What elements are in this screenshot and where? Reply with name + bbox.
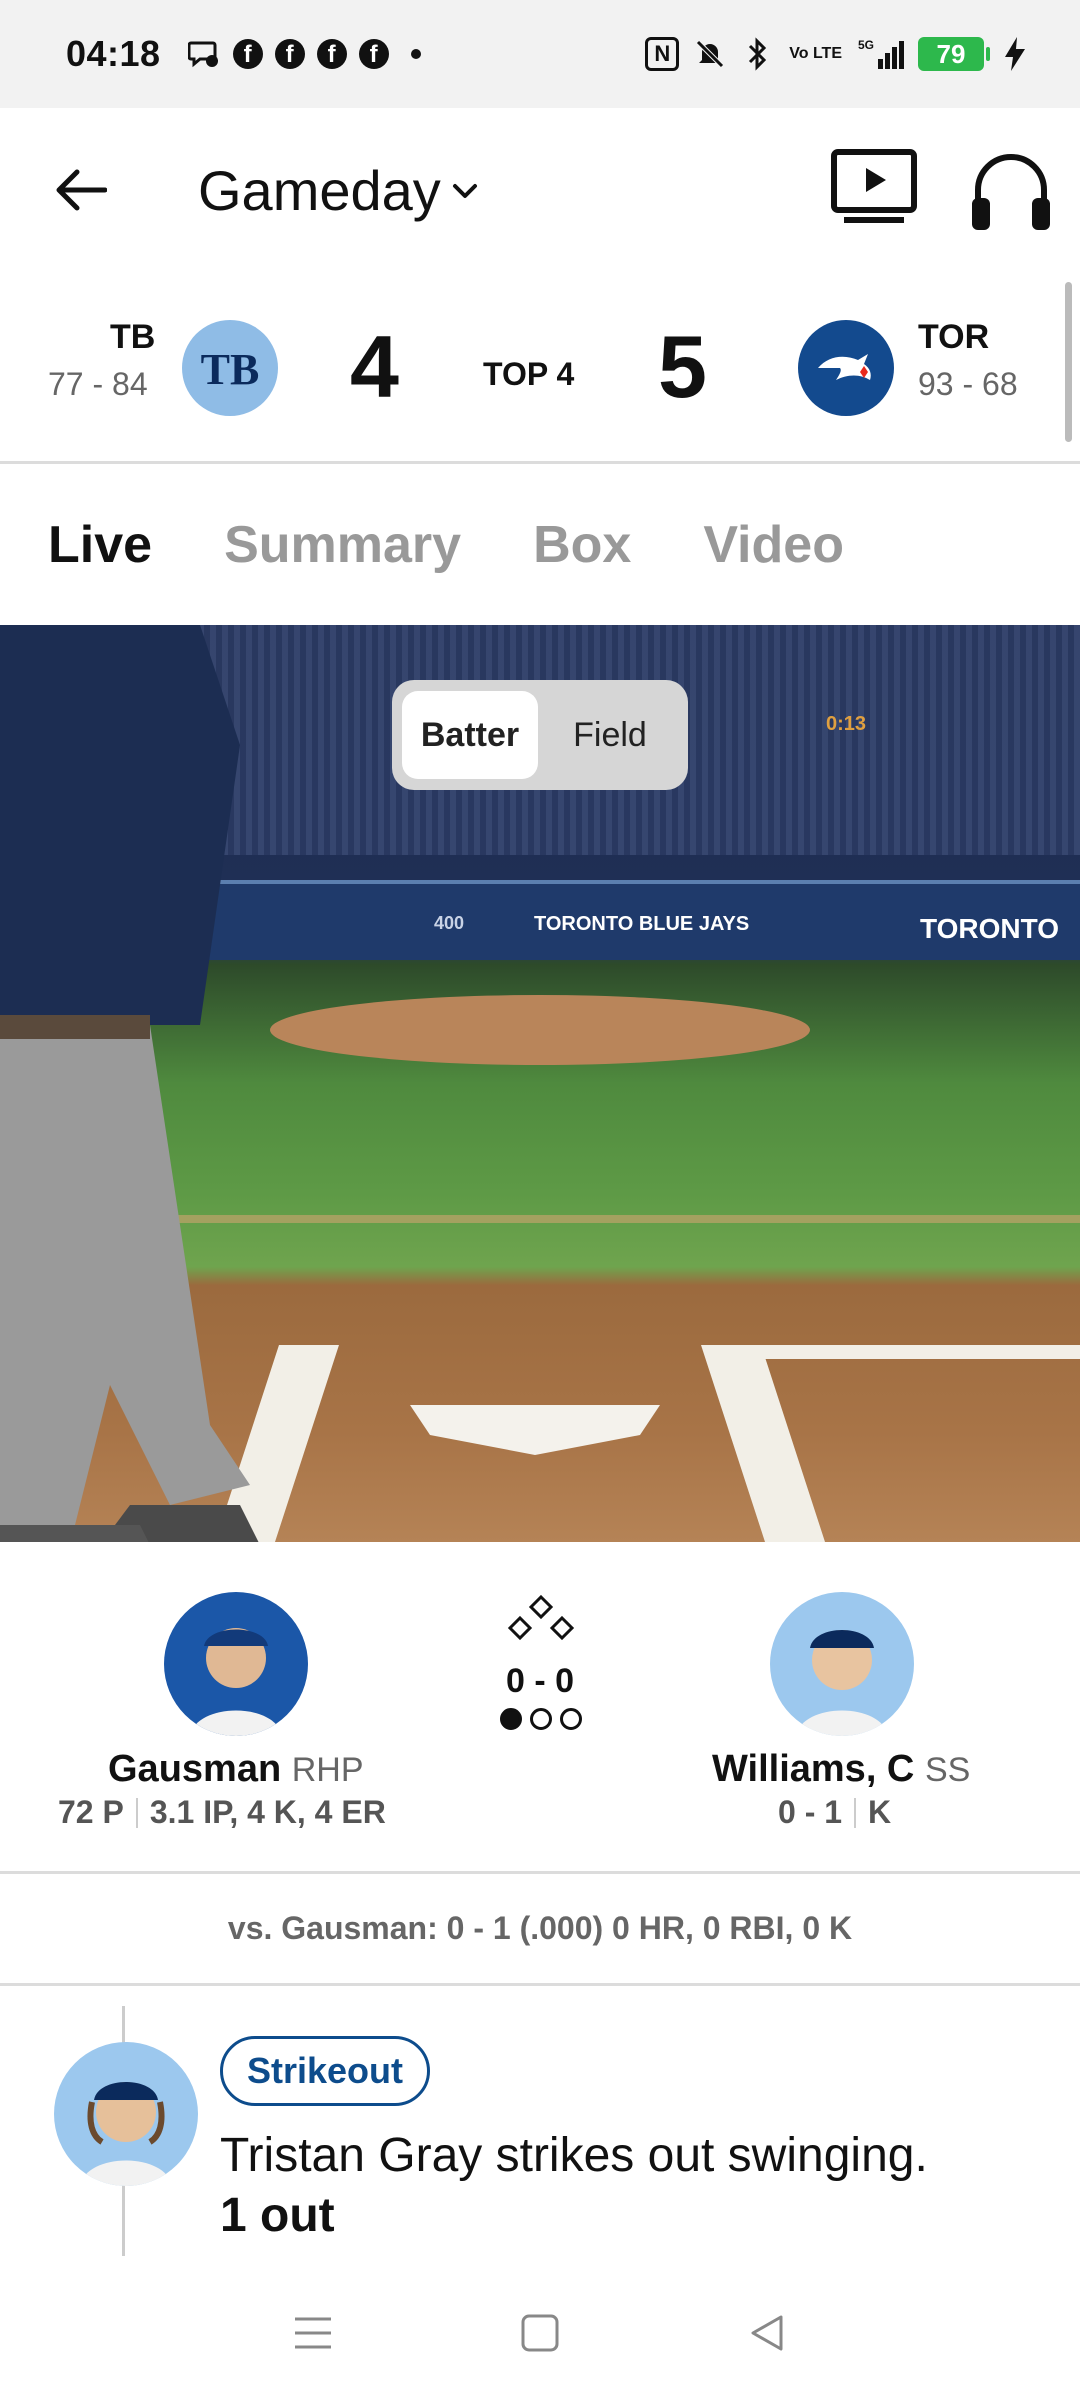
svg-text:TB: TB [201, 345, 260, 394]
system-nav-bar [0, 2266, 1080, 2400]
chat-icon [187, 37, 221, 71]
system-icons: N Vo LTE 5G 79 [645, 37, 1032, 71]
facebook-icon: f [232, 39, 263, 69]
out-dot-1 [500, 1708, 522, 1730]
outs-indicator [500, 1708, 582, 1730]
home-plate [410, 1405, 660, 1455]
tab-box[interactable]: Box [533, 515, 631, 575]
wall-toronto-text: TORONTO [920, 913, 1059, 944]
vs-pitcher-line: vs. Gausman: 0 - 1 (.000) 0 HR, 0 RBI, 0… [0, 1874, 1080, 1986]
batter-position: SS [924, 1751, 971, 1789]
pitcher-stats: 72 P 3.1 IP, 4 K, 4 ER [58, 1794, 386, 1831]
charging-bolt-icon [998, 37, 1032, 71]
stat-divider [854, 1797, 857, 1828]
app-header: Gameday [0, 108, 1080, 278]
batter-name-row[interactable]: Williams, C SS [712, 1748, 970, 1791]
facebook-icon: f [274, 39, 305, 69]
gameday-dropdown[interactable]: Gameday [198, 158, 481, 223]
play-description: Tristan Gray strikes out swinging. [220, 2129, 928, 2182]
mute-bell-icon [693, 37, 727, 71]
scoreboard[interactable]: TB 77 - 84 TB 4 TOP 4 5 TOR 93 - 68 [0, 278, 1080, 464]
inning-indicator: TOP 4 [483, 356, 575, 392]
out-dot-3 [560, 1708, 582, 1730]
home-team-abbr: TOR [918, 318, 990, 356]
page-title: Gameday [198, 159, 441, 222]
back-arrow-icon[interactable] [50, 160, 110, 220]
toggle-batter[interactable]: Batter [402, 691, 538, 779]
facebook-icon: f [358, 39, 389, 69]
batter-name: Williams, C [712, 1748, 915, 1790]
batters-box-top [720, 1345, 1080, 1359]
home-team-record: 93 - 68 [918, 366, 1018, 402]
play-outs: 1 out [220, 2189, 335, 2242]
back-triangle-icon[interactable] [739, 2305, 795, 2361]
play-player-avatar [54, 2042, 198, 2186]
tv-play-icon[interactable] [830, 148, 920, 228]
pitcher-line: 3.1 IP, 4 K, 4 ER [149, 1794, 386, 1830]
wall-distance: 400 [434, 913, 465, 933]
wall-blue-jays-text: TORONTO BLUE JAYS [534, 913, 750, 935]
chevron-down-icon [452, 183, 477, 198]
away-team-abbr: TB [110, 318, 156, 356]
away-score: 4 [350, 317, 399, 416]
pitcher-position: RHP [291, 1751, 364, 1789]
tab-live[interactable]: Live [48, 515, 152, 575]
batter-stats: 0 - 1 K [778, 1794, 891, 1831]
blue-jays-logo [798, 320, 894, 416]
facebook-icon: f [316, 39, 347, 69]
status-bar: 04:18 f f f f N Vo LTE 5G 79 [0, 0, 1080, 108]
volte-icon: Vo LTE [789, 45, 842, 62]
pitcher-pitch-count: 72 P [58, 1794, 124, 1830]
tab-video[interactable]: Video [703, 515, 844, 575]
play-description-block: Tristan Gray strikes out swinging. 1 out [220, 2126, 928, 2246]
stadium-clock: 0:13 [826, 713, 867, 735]
pitcher-name: Gausman [108, 1748, 282, 1790]
matchup-panel: Gausman RHP 72 P 3.1 IP, 4 K, 4 ER 0 - 0… [0, 1542, 1080, 1874]
bases-diamond-icon [507, 1594, 575, 1641]
signal-5g-icon: 5G [856, 37, 904, 71]
menu-icon[interactable] [285, 2305, 341, 2361]
batter-figure [0, 625, 259, 1542]
home-square-icon[interactable] [512, 2305, 568, 2361]
bluetooth-icon [741, 37, 775, 71]
nfc-icon: N [645, 37, 680, 71]
toggle-field[interactable]: Field [542, 691, 678, 779]
away-team-record: 77 - 84 [48, 366, 148, 402]
batter-result: K [868, 1794, 892, 1830]
more-notifications-dot [410, 49, 421, 59]
pitchers-mound [270, 995, 810, 1065]
batter-avatar[interactable] [770, 1592, 914, 1736]
battery-indicator: 79 [918, 37, 990, 71]
play-type-badge: Strikeout [220, 2036, 431, 2106]
scoreboard-scrollbar[interactable] [1065, 282, 1072, 442]
play-item[interactable]: Strikeout Tristan Gray strikes out swing… [0, 1986, 1080, 2266]
view-toggle: Batter Field [392, 680, 688, 790]
batters-box-right [701, 1345, 839, 1542]
pitcher-avatar[interactable] [164, 1592, 308, 1736]
ball-strike-count: 0 - 0 [505, 1662, 575, 1700]
notification-icons: f f f f [187, 37, 421, 71]
pitcher-name-row[interactable]: Gausman RHP [108, 1748, 364, 1791]
svg-text:5G: 5G [858, 38, 874, 52]
headphones-icon[interactable] [968, 148, 1054, 234]
stat-divider [135, 1797, 138, 1828]
status-time: 04:18 [66, 33, 161, 74]
tab-summary[interactable]: Summary [224, 515, 461, 575]
out-dot-2 [530, 1708, 552, 1730]
tab-bar: Live Summary Box Video [0, 465, 1080, 625]
rays-logo: TB [182, 320, 278, 416]
batter-view-field[interactable]: 400 TORONTO BLUE JAYS TORONTO 0:13 Batte… [0, 625, 1080, 1542]
batter-line: 0 - 1 [778, 1794, 843, 1830]
home-score: 5 [658, 317, 707, 416]
